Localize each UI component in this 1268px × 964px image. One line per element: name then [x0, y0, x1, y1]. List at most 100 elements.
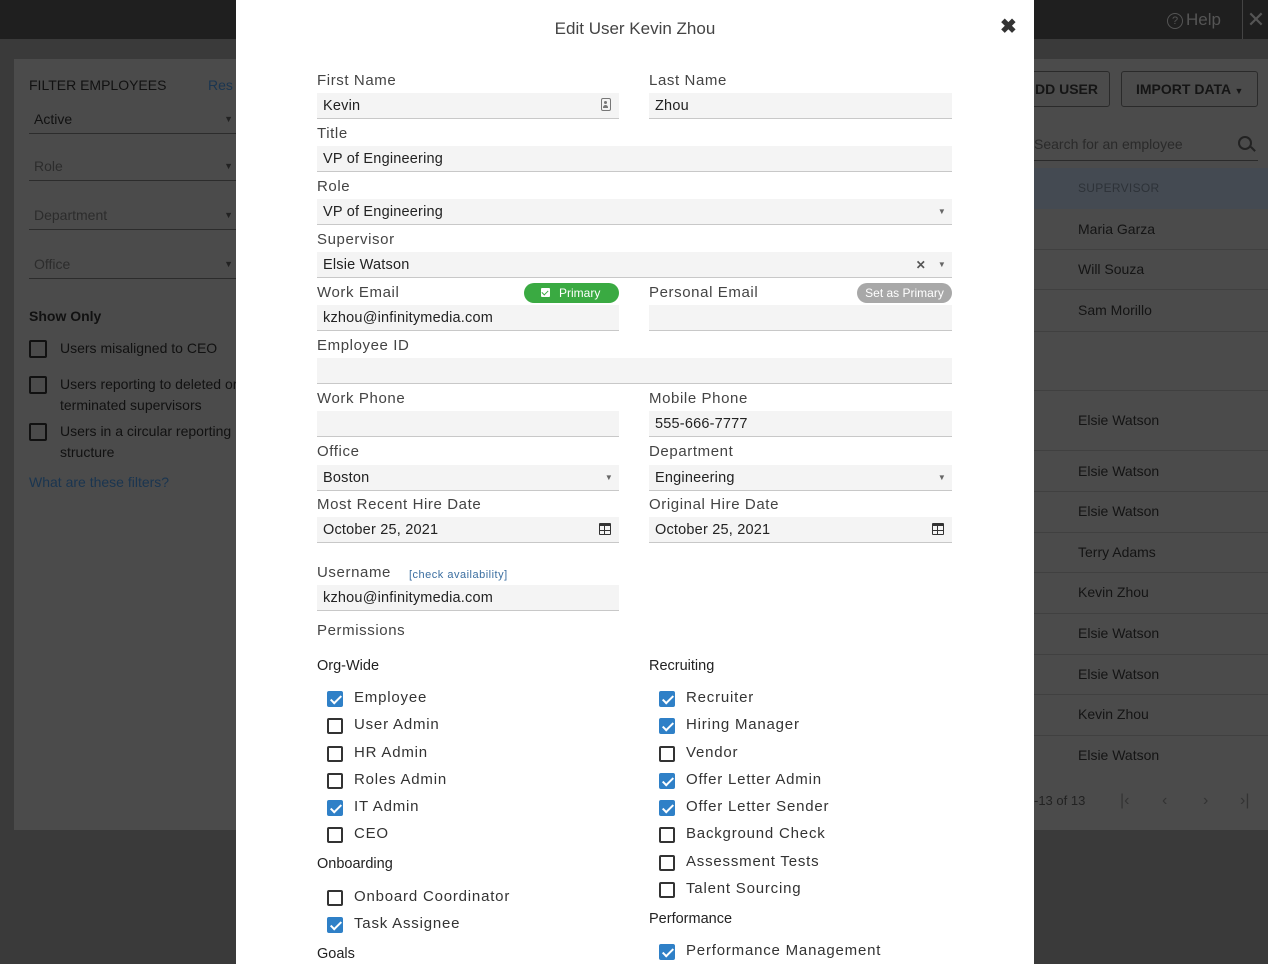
role-select[interactable]: VP of Engineering ▼ [317, 199, 952, 225]
checkbox[interactable] [327, 691, 343, 707]
table-row[interactable]: Elsie Watson [1034, 613, 1268, 655]
permission-label: Task Assignee [354, 915, 461, 932]
first-name-label: First Name [317, 72, 397, 89]
last-page-icon[interactable]: ›| [1240, 792, 1249, 810]
supervisor-cell: Elsie Watson [1078, 666, 1160, 682]
mobile-phone-label: Mobile Phone [649, 390, 748, 407]
checkbox[interactable] [659, 746, 675, 762]
employee-id-field[interactable] [317, 358, 952, 384]
mobile-phone-field[interactable]: 555-666-7777 [649, 411, 952, 437]
supervisor-column-header[interactable]: SUPERVISOR [1078, 181, 1159, 195]
permission-label: Assessment Tests [686, 853, 820, 870]
checkbox[interactable] [327, 890, 343, 906]
office-select[interactable]: Office ▼ [29, 249, 239, 279]
filters-help-link[interactable]: What are these filters? [29, 474, 169, 490]
last-name-field[interactable]: Zhou [649, 93, 952, 119]
office-select[interactable]: Boston ▼ [317, 465, 619, 491]
table-row[interactable]: Elsie Watson [1034, 390, 1268, 451]
onboarding-heading: Onboarding [317, 856, 393, 872]
checkbox[interactable] [327, 917, 343, 933]
table-row[interactable]: Elsie Watson [1034, 491, 1268, 533]
caret-down-icon: ▼ [604, 473, 613, 482]
table-row[interactable]: Maria Garza [1034, 209, 1268, 250]
caret-down-icon: ▼ [224, 114, 233, 124]
contact-card-icon [601, 98, 611, 111]
checkbox[interactable] [659, 882, 675, 898]
clear-icon[interactable]: ✕ [916, 252, 926, 278]
supervisor-cell: Elsie Watson [1078, 463, 1160, 479]
department-select[interactable]: Department ▼ [29, 200, 239, 230]
table-row[interactable] [1034, 331, 1268, 391]
table-row[interactable]: Sam Morillo [1034, 289, 1268, 332]
table-row[interactable]: Elsie Watson [1034, 450, 1268, 492]
checkbox[interactable] [327, 746, 343, 762]
supervisor-cell: Terry Adams [1078, 544, 1156, 560]
employee-search[interactable]: Search for an employee [1034, 128, 1258, 161]
supervisor-select[interactable]: Elsie Watson ✕ ▼ [317, 252, 952, 278]
table-row[interactable]: Will Souza [1034, 249, 1268, 290]
permission-label: Recruiter [686, 689, 755, 706]
table-row[interactable]: Terry Adams [1034, 532, 1268, 573]
supervisor-label: Supervisor [317, 231, 395, 248]
reset-filters-link[interactable]: Res [208, 77, 233, 93]
caret-down-icon: ▼ [937, 207, 946, 216]
checkbox[interactable] [29, 376, 47, 394]
username-label: Username [317, 564, 391, 581]
recent-hire-date-field[interactable]: October 25, 2021 [317, 517, 619, 543]
calendar-icon[interactable] [932, 523, 944, 535]
pagination: -13 of 13 |‹ ‹ › ›| [1034, 792, 1249, 809]
table-row[interactable]: Elsie Watson [1034, 654, 1268, 695]
checkbox[interactable] [29, 423, 47, 441]
department-label: Department [649, 443, 734, 460]
first-name-field[interactable]: Kevin [317, 93, 619, 119]
title-field[interactable]: VP of Engineering [317, 146, 952, 172]
set-as-primary-button[interactable]: Set as Primary [857, 283, 952, 303]
recruiting-heading: Recruiting [649, 658, 715, 674]
status-select[interactable]: Active ▼ [29, 104, 239, 134]
calendar-icon[interactable] [599, 523, 611, 535]
checkbox[interactable] [327, 827, 343, 843]
permission-label: Vendor [686, 744, 739, 761]
close-icon[interactable]: ✖ [1000, 14, 1017, 39]
supervisor-cell: Sam Morillo [1078, 302, 1152, 318]
goals-heading: Goals [317, 946, 355, 962]
department-value: Engineering [655, 470, 735, 486]
search-placeholder: Search for an employee [1034, 136, 1183, 152]
original-hire-date-field[interactable]: October 25, 2021 [649, 517, 952, 543]
personal-email-field[interactable] [649, 305, 952, 331]
next-page-icon[interactable]: › [1203, 792, 1208, 810]
help-label: Help [1186, 10, 1221, 29]
checkbox[interactable] [29, 340, 47, 358]
checkbox[interactable] [327, 773, 343, 789]
checkbox[interactable] [659, 800, 675, 816]
close-icon[interactable]: ✕ [1242, 0, 1268, 39]
username-field[interactable]: kzhou@infinitymedia.com [317, 585, 619, 611]
supervisor-cell: Kevin Zhou [1078, 706, 1149, 722]
table-row[interactable]: Kevin Zhou [1034, 694, 1268, 736]
checkbox[interactable] [659, 944, 675, 960]
checkbox[interactable] [659, 718, 675, 734]
permission-label: HR Admin [354, 744, 428, 761]
checkbox[interactable] [659, 827, 675, 843]
checkbox[interactable] [659, 773, 675, 789]
work-phone-field[interactable] [317, 411, 619, 437]
original-hire-date-value: October 25, 2021 [655, 522, 771, 538]
checkbox[interactable] [659, 691, 675, 707]
help-link[interactable]: ? Help [1167, 10, 1221, 30]
department-select[interactable]: Engineering ▼ [649, 465, 952, 491]
checkbox[interactable] [327, 718, 343, 734]
table-row[interactable]: Kevin Zhou [1034, 572, 1268, 614]
supervisor-cell: Elsie Watson [1078, 503, 1160, 519]
checkbox[interactable] [327, 800, 343, 816]
prev-page-icon[interactable]: ‹ [1162, 792, 1167, 810]
import-data-button[interactable]: IMPORT DATA ▼ [1121, 71, 1258, 107]
check-availability-link[interactable]: [check availability] [409, 569, 508, 581]
first-page-icon[interactable]: |‹ [1120, 792, 1129, 810]
permission-label: Roles Admin [354, 771, 448, 788]
role-select[interactable]: Role ▼ [29, 151, 239, 181]
work-email-field[interactable]: kzhou@infinitymedia.com [317, 305, 619, 331]
primary-badge-label: Primary [559, 286, 601, 300]
checkbox[interactable] [659, 855, 675, 871]
checkbox-icon [541, 288, 550, 297]
table-row[interactable]: Elsie Watson [1034, 735, 1268, 776]
